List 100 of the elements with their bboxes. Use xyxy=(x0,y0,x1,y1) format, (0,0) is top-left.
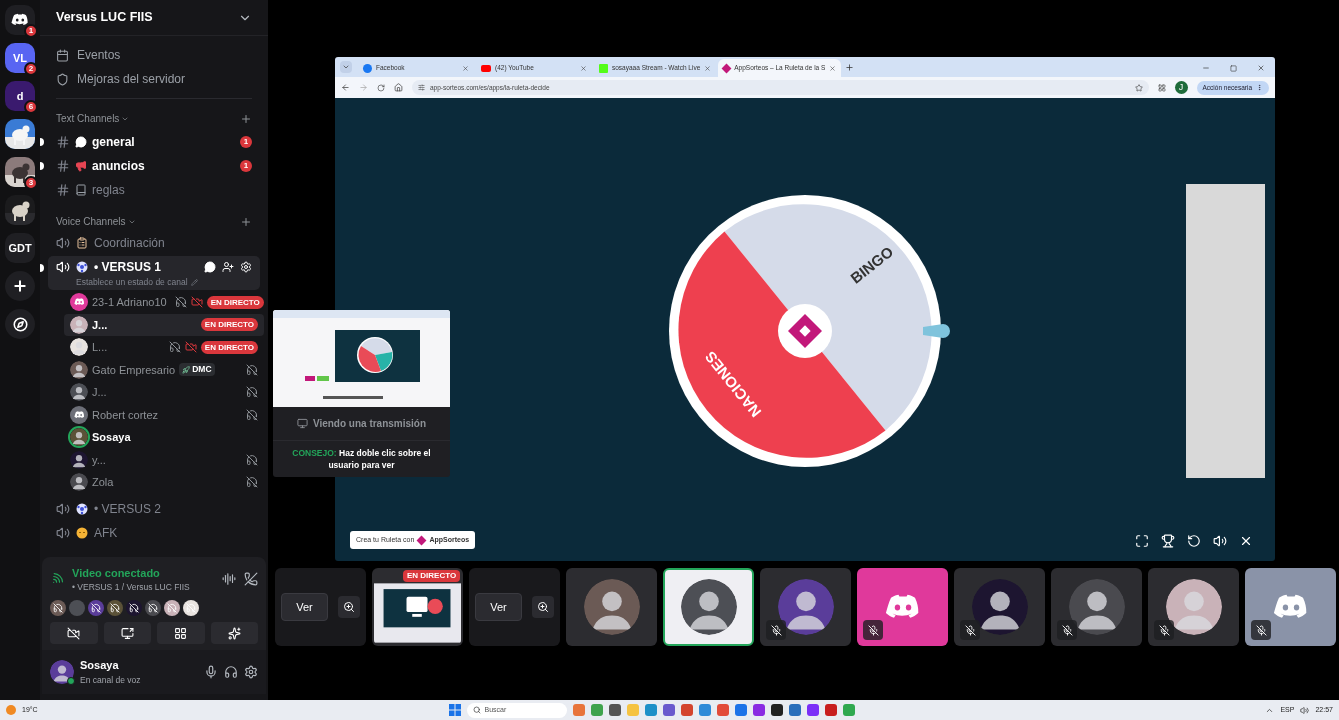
voice-member[interactable]: L... EN DIRECTO xyxy=(64,336,264,359)
ball-icon xyxy=(76,502,88,515)
voice-member[interactable]: 23-1 Adriano10 EN DIRECTO xyxy=(64,291,264,314)
menu-label: Mejoras del servidor xyxy=(77,71,186,88)
activities-button[interactable] xyxy=(157,622,205,644)
participant-tile[interactable] xyxy=(1245,568,1336,646)
zoom-button[interactable] xyxy=(531,596,554,618)
voice-member[interactable]: Zola xyxy=(64,471,264,494)
ball-icon xyxy=(76,260,88,273)
extensions-icon xyxy=(1157,83,1166,92)
voice-channel[interactable]: AFK xyxy=(48,520,260,545)
site-settings-icon xyxy=(418,84,425,91)
voice-channel[interactable]: Coordinación xyxy=(48,231,260,255)
status-hint[interactable]: Establece un estado de canal xyxy=(76,275,188,289)
live-badge: EN DIRECTO xyxy=(403,570,461,582)
chevron-down-icon xyxy=(342,63,350,71)
start-icon[interactable] xyxy=(448,704,461,716)
avatar xyxy=(70,360,88,379)
book-icon xyxy=(75,184,87,196)
participant-tile[interactable] xyxy=(663,568,754,646)
view-button[interactable]: Ver xyxy=(475,592,522,622)
server-icon[interactable]: GDT xyxy=(5,233,35,263)
new-tab-icon xyxy=(845,63,855,72)
app-icon[interactable] xyxy=(608,704,621,716)
selected-indicator xyxy=(40,264,44,272)
reload-icon xyxy=(377,83,385,92)
youtube-icon xyxy=(481,64,491,72)
profile-avatar[interactable]: J xyxy=(1174,81,1188,94)
category-header[interactable]: Text Channels xyxy=(56,111,120,126)
voice-channel[interactable]: • VERSUS 2 xyxy=(48,496,260,521)
bookmark-star-icon xyxy=(1134,83,1143,92)
zoom-button[interactable] xyxy=(337,596,360,618)
participant-tile[interactable]: Ver xyxy=(469,568,560,646)
participant-tile[interactable] xyxy=(1148,568,1239,646)
maximize-icon xyxy=(1230,64,1237,72)
reset-icon xyxy=(1187,534,1201,548)
menu-item[interactable]: Mejoras del servidor xyxy=(56,67,252,91)
voice-member[interactable]: Sosaya xyxy=(64,426,264,449)
view-button[interactable]: Ver xyxy=(281,592,328,622)
controller-logo-icon xyxy=(73,410,85,419)
monitor-icon xyxy=(296,418,308,429)
hash-icon xyxy=(56,135,70,149)
voice-member[interactable]: Robert cortez xyxy=(64,403,264,426)
share-screen-button[interactable] xyxy=(103,622,151,644)
app-icon[interactable] xyxy=(770,704,783,716)
participant-tile[interactable]: EN DIRECTO xyxy=(372,568,463,646)
chat-icon xyxy=(204,260,216,273)
volume-icon xyxy=(1300,705,1310,715)
avatar xyxy=(70,473,88,492)
channel-name: anuncios xyxy=(92,158,145,175)
microphone-icon xyxy=(204,665,218,679)
screen-share-icon xyxy=(120,626,134,640)
plus-icon xyxy=(240,112,252,125)
participant-tile[interactable]: Ver xyxy=(275,568,366,646)
menu-item[interactable]: Eventos xyxy=(56,43,252,67)
back-icon xyxy=(341,83,350,92)
speaker-icon xyxy=(56,236,70,250)
member-name: J... xyxy=(92,385,107,400)
voice-member[interactable]: Gato Empresario DMC xyxy=(64,358,264,381)
headphones-icon xyxy=(224,665,238,679)
grid-icon xyxy=(174,626,188,640)
participant-tile[interactable] xyxy=(954,568,1045,646)
category-header[interactable]: Voice Channels xyxy=(56,214,126,229)
controller-logo-icon xyxy=(1272,593,1309,621)
tooltip-title: Viendo una transmisión xyxy=(312,417,427,431)
voice-member[interactable]: J... xyxy=(64,381,264,404)
tab-menu-button[interactable] xyxy=(340,61,352,73)
close-icon xyxy=(462,64,469,72)
rocket-icon xyxy=(182,365,191,374)
voice-member[interactable]: y... xyxy=(64,448,264,471)
plus-icon xyxy=(240,215,252,228)
channel-name: Coordinación xyxy=(94,235,165,252)
discover-button[interactable] xyxy=(5,309,35,339)
participant-tile[interactable] xyxy=(1051,568,1142,646)
participant-tile[interactable] xyxy=(566,568,657,646)
soundboard-button[interactable] xyxy=(210,622,258,644)
camera-off-icon xyxy=(67,626,81,640)
search-icon xyxy=(472,706,481,714)
avatar xyxy=(70,338,88,357)
add-server-button[interactable] xyxy=(5,271,35,301)
trophy-icon xyxy=(1161,534,1175,548)
member-name: Gato Empresario xyxy=(92,362,176,378)
voice-location[interactable]: • VERSUS 1 / Versus LUC FIIS xyxy=(72,581,214,594)
channel-name: general xyxy=(92,134,135,151)
minimize-icon xyxy=(1202,64,1210,72)
controller-logo-icon xyxy=(73,298,85,307)
participant-tile[interactable] xyxy=(857,568,948,646)
avatar xyxy=(1068,579,1125,635)
connection-status[interactable]: Video conectado xyxy=(72,564,214,582)
server-name[interactable]: Versus LUC FIIS xyxy=(56,8,153,27)
text-channel[interactable]: anuncios 1 xyxy=(48,154,260,178)
spin-button[interactable] xyxy=(778,303,832,358)
text-channel[interactable]: general 1 xyxy=(48,130,260,154)
close-icon xyxy=(1257,64,1265,72)
fullscreen-icon xyxy=(1135,534,1149,548)
text-channel[interactable]: reglas xyxy=(48,178,260,202)
home-button[interactable] xyxy=(5,5,35,35)
camera-button[interactable] xyxy=(50,622,98,644)
voice-member[interactable]: J... EN DIRECTO xyxy=(64,313,264,336)
participant-tile[interactable] xyxy=(760,568,851,646)
